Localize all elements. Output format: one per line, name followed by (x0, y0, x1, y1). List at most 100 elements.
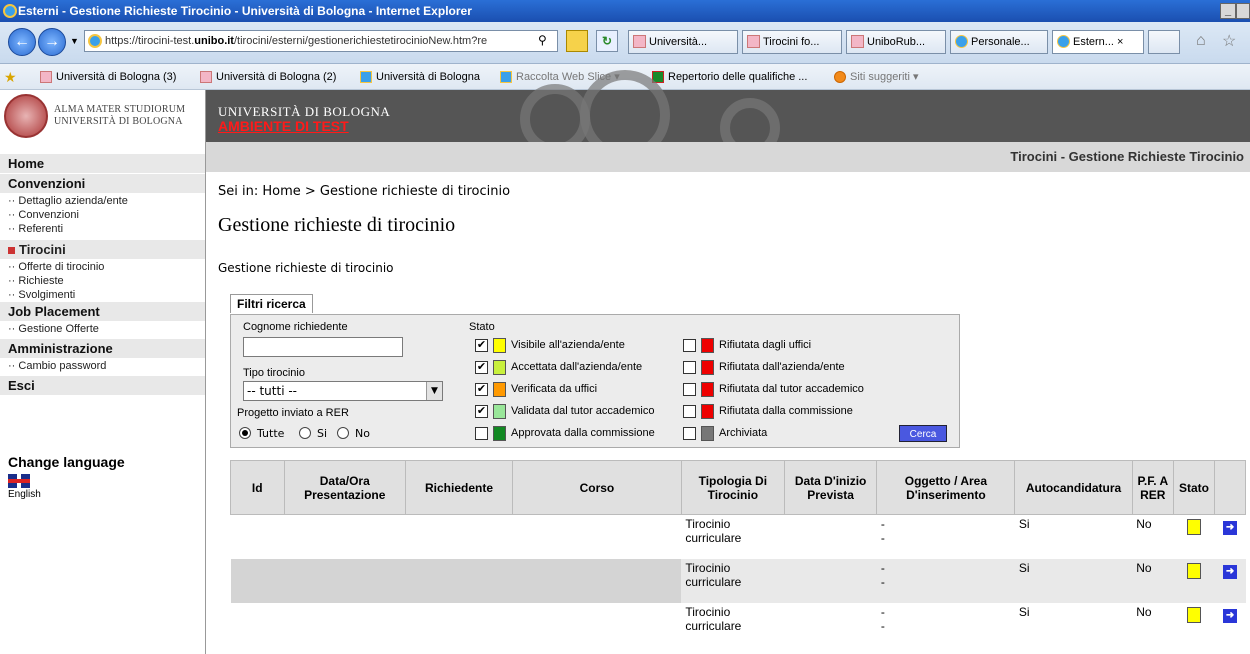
col-stato[interactable]: Stato (1172, 460, 1216, 515)
col-corso[interactable]: Corso (512, 460, 682, 515)
stato-right-checkbox-4[interactable] (683, 427, 696, 440)
rer-radio-tutte[interactable] (239, 427, 251, 439)
sidebar-item-esci[interactable]: Esci (0, 376, 205, 396)
stato-left-checkbox-4[interactable] (475, 427, 488, 440)
cell-corso (512, 558, 682, 603)
cell-azione: ➜ (1215, 515, 1246, 559)
university-logo[interactable]: ALMA MATER STUDIORUM UNIVERSITÀ DI BOLOG… (0, 90, 206, 142)
history-dropdown-icon[interactable]: ▼ (70, 36, 79, 46)
sidebar-item-gestione-offerte[interactable]: ·· Gestione Offerte (0, 322, 205, 336)
stato-left-checkbox-3[interactable]: ✔ (475, 405, 488, 418)
sidebar-item-cambio-password[interactable]: ·· Cambio password (0, 359, 205, 373)
stato-visibile-icon (1186, 606, 1201, 623)
maximize-button[interactable] (1236, 3, 1250, 19)
url-input[interactable]: https://tirocini-test.unibo.it/tirocini/… (84, 30, 558, 52)
sidebar-item-referenti[interactable]: ·· Referenti (0, 222, 205, 236)
sidebar-item-svolgimenti[interactable]: ·· Svolgimenti (0, 288, 205, 302)
arrow-right-icon[interactable]: ➜ (1223, 608, 1238, 623)
col-data-inizio[interactable]: Data D'inizio Prevista (783, 460, 878, 515)
minimize-button[interactable]: _ (1220, 3, 1236, 19)
sidebar-item-richieste[interactable]: ·· Richieste (0, 274, 205, 288)
sidebar-item-tirocini[interactable]: Tirocini (0, 240, 205, 260)
stato-visibile-icon (1186, 519, 1201, 535)
cell-id (230, 558, 285, 603)
fav-3-icon (360, 71, 372, 83)
new-tab-button[interactable] (1148, 30, 1180, 54)
sidebar-item-convenzioni[interactable]: Convenzioni (0, 174, 205, 194)
stato-right-checkbox-1[interactable] (683, 361, 696, 374)
cognome-label: Cognome richiedente (243, 321, 348, 333)
fav-1[interactable]: Università di Bologna (3) (40, 64, 176, 90)
fav-2[interactable]: Università di Bologna (2) (200, 64, 336, 90)
forward-button[interactable]: → (38, 28, 66, 56)
sidebar-item-home[interactable]: Home (0, 154, 205, 174)
seal-icon (4, 94, 48, 138)
fav-3[interactable]: Università di Bologna (360, 64, 480, 90)
tab-5-active[interactable]: Estern... × (1052, 30, 1144, 54)
window-titlebar: Esterni - Gestione Richieste Tirocinio -… (0, 0, 1250, 22)
filters-tab[interactable]: Filtri ricerca (230, 294, 313, 313)
cell-tipologia: Tirocinio curriculare (681, 558, 785, 603)
cell-corso (513, 515, 682, 559)
stato-left-checkbox-0[interactable]: ✔ (475, 339, 488, 352)
sidebar-item-job-placement[interactable]: Job Placement (0, 302, 205, 322)
table-row[interactable]: Tirocinio curriculare - - Si No ➜ (231, 603, 1246, 647)
expanded-marker-icon (8, 247, 15, 254)
rer-radio-si[interactable] (299, 427, 311, 439)
tab-2[interactable]: Tirocini fo... (742, 30, 842, 54)
stato-label: Stato (469, 321, 495, 333)
cell-autocandidatura: Si (1014, 558, 1133, 603)
sidebar-item-offerte[interactable]: ·· Offerte di tirocinio (0, 260, 205, 274)
back-button[interactable]: ← (8, 28, 36, 56)
search-icon[interactable]: ⚲ (538, 33, 547, 47)
arrow-right-icon[interactable]: ➜ (1223, 521, 1238, 535)
col-autocandidatura[interactable]: Autocandidatura (1014, 460, 1133, 515)
cell-autocandidatura: Si (1018, 517, 1030, 531)
sidebar-item-convenzioni-list[interactable]: ·· Convenzioni (0, 208, 205, 222)
table-row[interactable]: Tirocinio curriculare - - Si No ➜ (231, 515, 1246, 559)
uk-flag-icon[interactable] (8, 474, 30, 488)
col-id[interactable]: Id (230, 460, 285, 515)
arrow-right-icon[interactable]: ➜ (1223, 564, 1238, 579)
col-tipologia[interactable]: Tipologia Di Tirocinio (680, 460, 785, 515)
fav-siti-suggeriti[interactable]: Siti suggeriti ▾ (834, 64, 919, 90)
sidebar-item-amministrazione[interactable]: Amministrazione (0, 339, 205, 359)
tab-3[interactable]: UniboRub... (846, 30, 946, 54)
stato-left-checkbox-2[interactable]: ✔ (475, 383, 488, 396)
tab-5-icon (1057, 35, 1070, 48)
home-icon[interactable]: ⌂ (1196, 32, 1206, 50)
rer-radio-no[interactable] (337, 427, 349, 439)
tipo-tirocinio-select[interactable]: -- tutti -- ▼ (243, 381, 443, 401)
cerca-button[interactable]: Cerca (899, 425, 947, 442)
stato-right-checkbox-0[interactable] (683, 339, 696, 352)
stato-right-label-4: Archiviata (719, 427, 768, 439)
cell-oggetto: -- (880, 517, 885, 545)
lock-icon[interactable] (566, 30, 588, 52)
col-oggetto[interactable]: Oggetto / Area D'inserimento (876, 460, 1016, 515)
refresh-icon[interactable]: ↻ (596, 30, 618, 52)
table-row[interactable]: Tirocinio curriculare - - Si No ➜ (230, 558, 1246, 603)
address-bar: ← → ▼ https://tirocini-test.unibo.it/tir… (0, 22, 1250, 64)
fav-repertorio[interactable]: Repertorio delle qualifiche ... (652, 64, 807, 90)
stato-right-label-2: Rifiutata dal tutor accademico (719, 383, 864, 395)
cognome-input[interactable] (243, 337, 403, 357)
english-link[interactable]: English (8, 489, 41, 500)
favorites-star-icon[interactable]: ☆ (1222, 31, 1236, 51)
tab-4[interactable]: Personale... (950, 30, 1048, 54)
siti-suggeriti-icon (834, 71, 846, 83)
col-pf-rer[interactable]: P.F. A RER (1131, 460, 1174, 515)
stato-right-checkbox-2[interactable] (683, 383, 696, 396)
stato-right-color-swatch-2 (701, 382, 714, 397)
rer-label: Progetto inviato a RER (237, 407, 349, 419)
col-richiedente[interactable]: Richiedente (404, 460, 514, 515)
sidebar-item-dettaglio[interactable]: ·· Dettaglio azienda/ente (0, 194, 205, 208)
close-tab-icon[interactable]: × (1117, 36, 1123, 48)
tab-1[interactable]: Università... (628, 30, 738, 54)
stato-right-checkbox-3[interactable] (683, 405, 696, 418)
stato-left-checkbox-1[interactable]: ✔ (475, 361, 488, 374)
fav-1-icon (40, 71, 52, 83)
cell-tipologia: Tirocinio curriculare (685, 604, 742, 633)
window-title: Esterni - Gestione Richieste Tirocinio -… (18, 4, 472, 18)
col-data-ora[interactable]: Data/Ora Presentazione (283, 460, 406, 515)
favorites-add-icon[interactable]: ★ (4, 64, 17, 90)
